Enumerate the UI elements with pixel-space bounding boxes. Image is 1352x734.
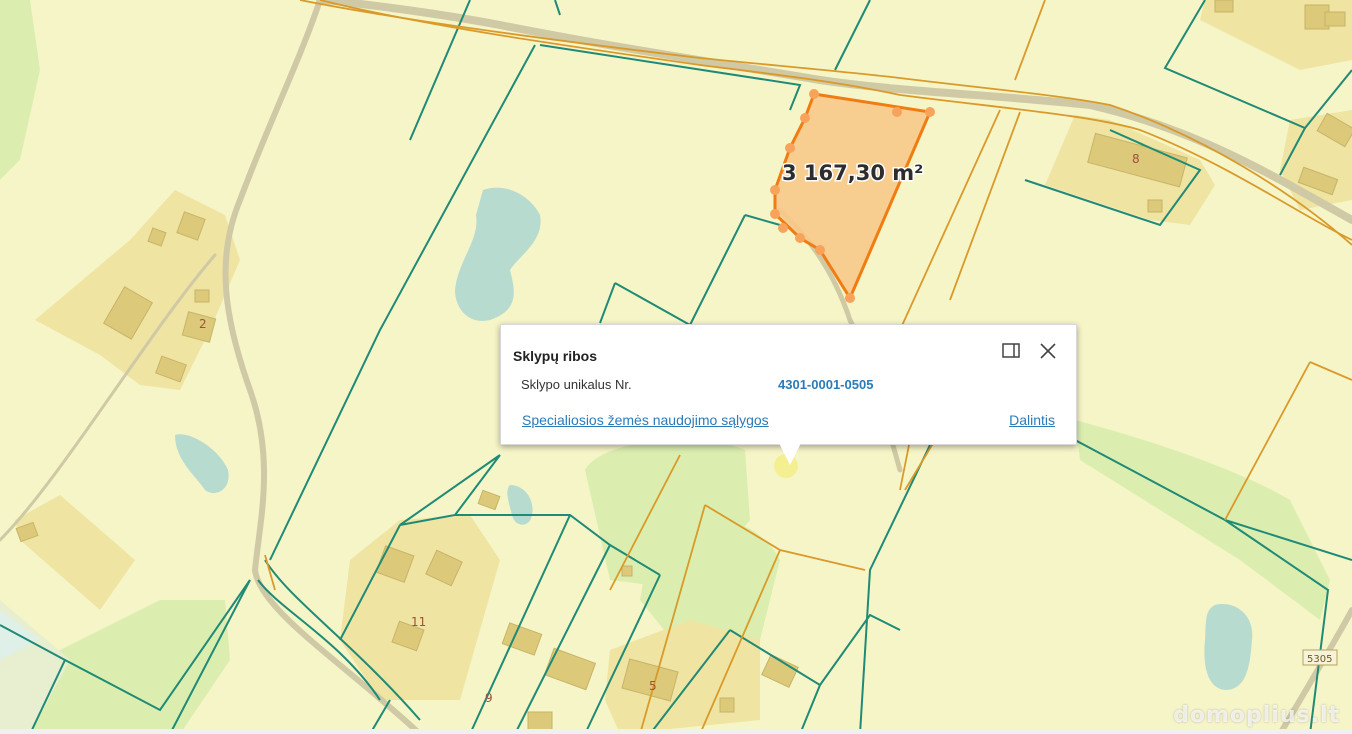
popup-pointer <box>779 443 801 465</box>
house-number-label: 5 <box>649 679 657 693</box>
watermark-logo: domoplius.lt <box>1173 703 1340 728</box>
house-number-label: 2 <box>199 317 207 331</box>
dock-panel-icon[interactable] <box>1001 341 1021 361</box>
house-number-label: 8 <box>1132 152 1140 166</box>
house-number-label: 9 <box>485 691 493 705</box>
map-bottom-edge <box>0 729 1352 734</box>
close-icon[interactable] <box>1038 341 1058 361</box>
special-land-use-conditions-link[interactable]: Specialiosios žemės naudojimo sąlygos <box>522 412 769 428</box>
road-number-label: 5305 <box>1307 654 1332 665</box>
parcel-id-value: 4301-0001-0505 <box>778 377 874 392</box>
parcel-id-label: Sklypo unikalus Nr. <box>521 377 632 392</box>
share-link[interactable]: Dalintis <box>1009 412 1055 428</box>
popup-title: Sklypų ribos <box>513 348 598 364</box>
area-measurement-label: 3 167,30 m² <box>782 161 923 185</box>
parcel-info-popup: Sklypų ribos Sklypo unikalus Nr. 4301-00… <box>500 324 1077 465</box>
house-number-label: 11 <box>411 615 426 629</box>
